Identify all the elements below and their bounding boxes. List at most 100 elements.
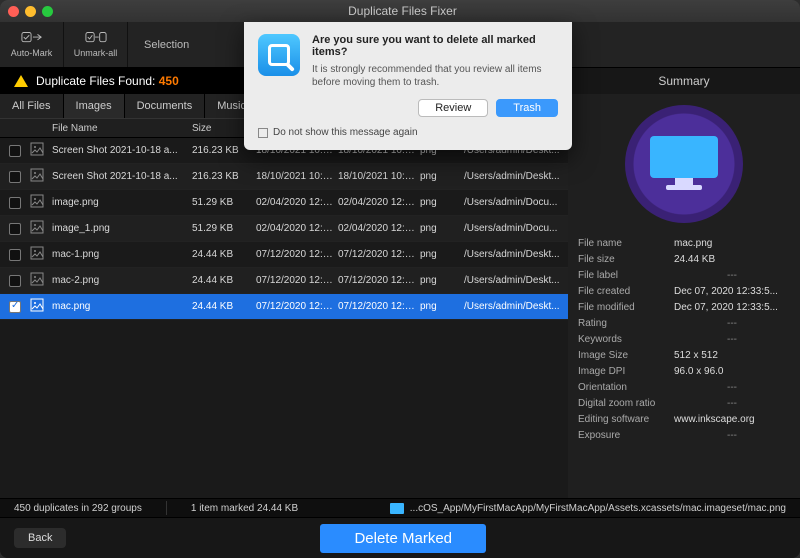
automark-button[interactable]: Auto-Mark [0,22,64,67]
table-row[interactable]: image.png51.29 KB02/04/2020 12:06:...02/… [0,190,568,216]
dns-checkbox[interactable] [258,128,268,138]
image-file-icon [30,142,44,156]
summary-metadata: File namemac.pngFile size24.44 KBFile la… [568,234,800,450]
table-row[interactable]: mac-1.png24.44 KB07/12/2020 12:34:...07/… [0,242,568,268]
tab-all-files[interactable]: All Files [0,94,64,118]
unmarkall-label: Unmark-all [74,48,118,58]
image-file-icon [30,220,44,234]
unmarkall-button[interactable]: Unmark-all [64,22,128,67]
row-checkbox[interactable] [9,223,21,235]
cell-path: /Users/admin/Deskt... [464,275,568,286]
duplicates-found-label: Duplicate Files Found: [36,74,155,88]
meta-row: Orientation--- [578,382,790,398]
meta-key: Image DPI [578,366,674,382]
table-row[interactable]: mac-2.png24.44 KB07/12/2020 12:34:...07/… [0,268,568,294]
image-file-icon [30,194,44,208]
cell-date-1: 07/12/2020 12:33:... [256,301,338,312]
selection-label: Selection [128,39,205,51]
folder-icon [390,503,404,514]
cell-type: png [420,223,464,234]
row-checkbox[interactable] [9,197,21,209]
meta-value: --- [674,334,790,350]
meta-value: Dec 07, 2020 12:33:5... [674,286,790,302]
table-row[interactable]: mac.png24.44 KB07/12/2020 12:33:...07/12… [0,294,568,320]
table-row[interactable]: Screen Shot 2021-10-18 a...216.23 KB18/1… [0,164,568,190]
cell-filename: mac.png [52,301,192,312]
dialog-body: It is strongly recommended that you revi… [312,63,558,89]
selection-segment[interactable]: Selection [128,22,205,67]
review-button[interactable]: Review [418,99,488,117]
col-filename[interactable]: File Name [52,123,192,134]
trash-button[interactable]: Trash [496,99,558,117]
meta-value: --- [674,430,790,446]
row-checkbox[interactable] [9,145,21,157]
cell-date-1: 07/12/2020 12:34:... [256,275,338,286]
close-icon[interactable] [8,6,19,17]
status-marked: 1 item marked 24.44 KB [191,503,298,514]
cell-path: /Users/admin/Docu... [464,197,568,208]
meta-value: --- [674,382,790,398]
meta-row: Exposure--- [578,430,790,446]
meta-row: File size24.44 KB [578,254,790,270]
warning-icon [14,75,28,87]
zoom-icon[interactable] [42,6,53,17]
meta-row: Image DPI96.0 x 96.0 [578,366,790,382]
cell-date-1: 18/10/2021 10:55:... [256,171,338,182]
cell-filename: image.png [52,197,192,208]
automark-icon [21,31,43,45]
app-icon [258,34,300,76]
cell-date-2: 07/12/2020 12:34:... [338,275,420,286]
unmarkall-icon [85,31,107,45]
cell-date-1: 02/04/2020 12:06:... [256,197,338,208]
meta-row: File createdDec 07, 2020 12:33:5... [578,286,790,302]
cell-filename: mac-2.png [52,275,192,286]
cell-type: png [420,301,464,312]
cell-filename: Screen Shot 2021-10-18 a... [52,145,192,156]
tab-images[interactable]: Images [64,94,125,118]
meta-key: Image Size [578,350,674,366]
row-checkbox[interactable] [9,301,21,313]
tab-documents[interactable]: Documents [125,94,206,118]
traffic-lights [8,6,53,17]
cell-size: 24.44 KB [192,249,256,260]
meta-value: --- [674,398,790,414]
meta-key: Exposure [578,430,674,446]
dialog-title: Are you sure you want to delete all mark… [312,34,558,58]
cell-date-2: 18/10/2021 10:55:... [338,171,420,182]
cell-type: png [420,171,464,182]
app-window: Duplicate Files Fixer Auto-Mark Unmark-a… [0,0,800,558]
summary-pane: Summary File namemac.pngFile size24.44 K… [568,68,800,498]
image-file-icon [30,246,44,260]
automark-label: Auto-Mark [11,48,53,58]
delete-marked-button[interactable]: Delete Marked [320,524,486,553]
cell-size: 216.23 KB [192,171,256,182]
cell-path: /Users/admin/Deskt... [464,301,568,312]
status-dup-groups: 450 duplicates in 292 groups [14,503,142,514]
cell-date-2: 07/12/2020 12:33:... [338,301,420,312]
meta-key: Editing software [578,414,674,430]
meta-value: --- [674,318,790,334]
file-table: Screen Shot 2021-10-18 a...216.23 KB18/1… [0,138,568,320]
cell-path: /Users/admin/Deskt... [464,171,568,182]
meta-value: 96.0 x 96.0 [674,366,790,382]
meta-row: Image Size512 x 512 [578,350,790,366]
cell-size: 51.29 KB [192,223,256,234]
cell-filename: mac-1.png [52,249,192,260]
table-row[interactable]: image_1.png51.29 KB02/04/2020 12:34:...0… [0,216,568,242]
row-checkbox[interactable] [9,249,21,261]
meta-row: File namemac.png [578,238,790,254]
row-checkbox[interactable] [9,171,21,183]
image-file-icon [30,298,44,312]
minimize-icon[interactable] [25,6,36,17]
cell-path: /Users/admin/Deskt... [464,249,568,260]
status-bar: 450 duplicates in 292 groups 1 item mark… [0,498,800,518]
meta-value: mac.png [674,238,790,254]
meta-value: 24.44 KB [674,254,790,270]
meta-row: Rating--- [578,318,790,334]
meta-value: --- [674,270,790,286]
row-checkbox[interactable] [9,275,21,287]
back-button[interactable]: Back [14,528,66,548]
cell-filename: Screen Shot 2021-10-18 a... [52,171,192,182]
cell-size: 51.29 KB [192,197,256,208]
meta-row: File modifiedDec 07, 2020 12:33:5... [578,302,790,318]
